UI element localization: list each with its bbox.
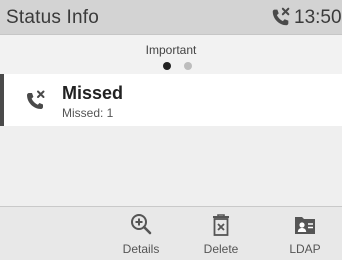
missed-call-icon <box>272 7 290 26</box>
delete-label: Delete <box>203 242 239 256</box>
list-item-subtitle: Missed: 1 <box>62 106 114 120</box>
clock: 13:50 <box>294 7 342 28</box>
page-indicator-inactive[interactable] <box>184 62 192 70</box>
ldap-button[interactable]: LDAP <box>270 206 340 260</box>
missed-call-icon <box>27 90 45 109</box>
contact-card-icon <box>295 217 315 234</box>
list-item-title: Missed <box>62 83 124 103</box>
section-title: Important <box>145 43 197 57</box>
trash-icon <box>213 214 229 236</box>
page-indicator-active[interactable] <box>163 62 171 70</box>
list-item-missed[interactable]: Missed Missed: 1 <box>0 74 342 126</box>
details-label: Details <box>122 242 160 256</box>
phone-screen: Status Info 13:50 Important Missed Misse… <box>0 0 342 260</box>
zoom-in-icon <box>131 214 152 235</box>
delete-button[interactable]: Delete <box>186 206 256 260</box>
status-title: Status Info <box>6 7 100 28</box>
status-bar: Status Info 13:50 <box>0 0 342 35</box>
ldap-label: LDAP <box>289 242 321 256</box>
list-empty-area <box>0 126 342 206</box>
details-button[interactable]: Details <box>106 206 176 260</box>
